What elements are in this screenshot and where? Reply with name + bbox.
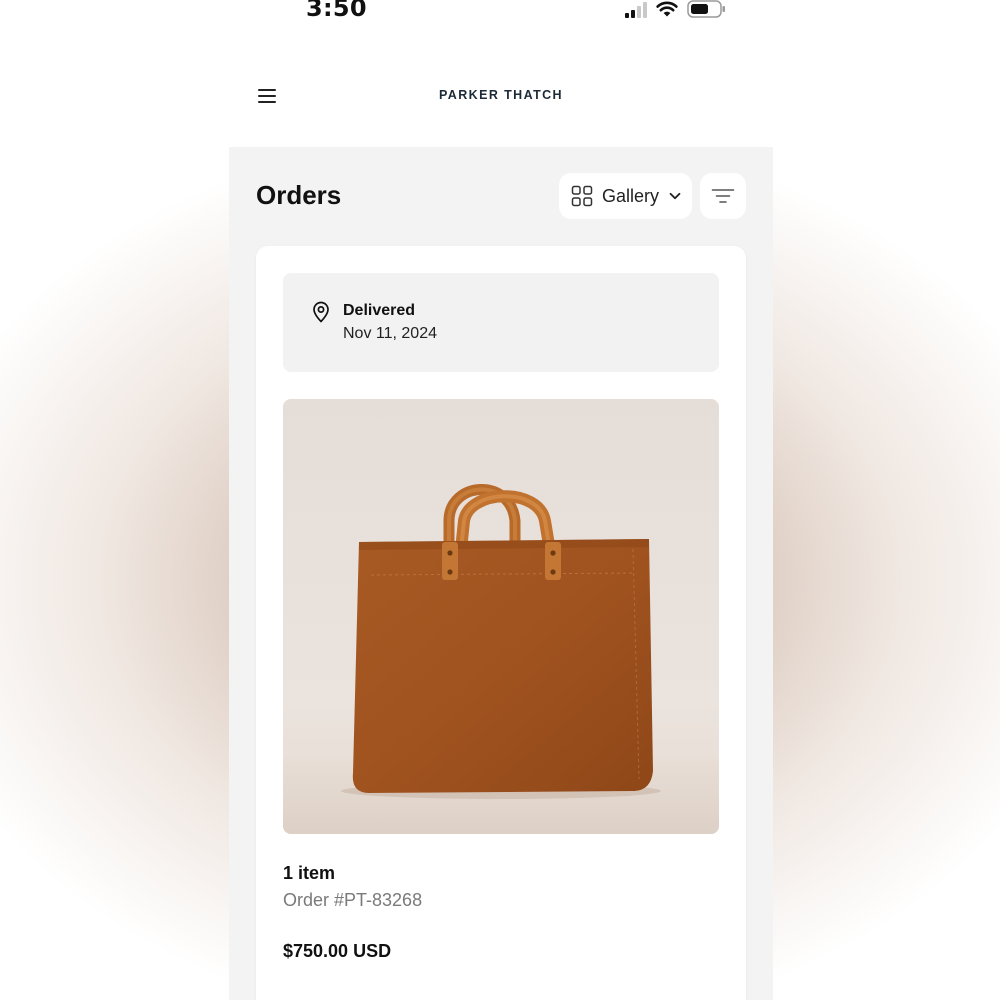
status-time: 3:50 xyxy=(306,0,367,22)
product-image[interactable] xyxy=(283,399,719,834)
cellular-signal-icon xyxy=(625,2,647,18)
filter-button[interactable] xyxy=(700,173,746,219)
order-card[interactable]: Delivered Nov 11, 2024 1 item Order #PT-… xyxy=(256,246,746,1000)
delivery-date: Nov 11, 2024 xyxy=(343,325,437,342)
chevron-down-icon xyxy=(669,192,681,200)
brand-logo[interactable]: PARKER THATCH xyxy=(229,88,773,102)
battery-icon xyxy=(687,0,725,18)
status-bar: 3:50 xyxy=(229,0,773,40)
order-total: $750.00 USD xyxy=(283,941,392,961)
item-count: 1 item xyxy=(283,863,336,883)
location-pin-icon xyxy=(313,301,329,323)
view-mode-selector[interactable]: Gallery xyxy=(559,173,692,219)
page-title: Orders xyxy=(256,180,342,210)
wifi-icon xyxy=(656,1,678,17)
view-mode-label: Gallery xyxy=(602,185,660,206)
delivery-status: Delivered Nov 11, 2024 xyxy=(283,273,719,372)
app-header: PARKER THATCH xyxy=(229,40,773,147)
filter-icon xyxy=(711,189,735,203)
status-icons xyxy=(625,0,727,18)
order-number: Order #PT-83268 xyxy=(283,890,423,910)
grid-icon xyxy=(571,185,593,207)
tote-bag-image xyxy=(283,484,719,834)
delivery-status-label: Delivered xyxy=(343,302,416,319)
app-screen: 3:50 PARKER THATCH Orders Gallery Delive… xyxy=(229,0,773,1000)
